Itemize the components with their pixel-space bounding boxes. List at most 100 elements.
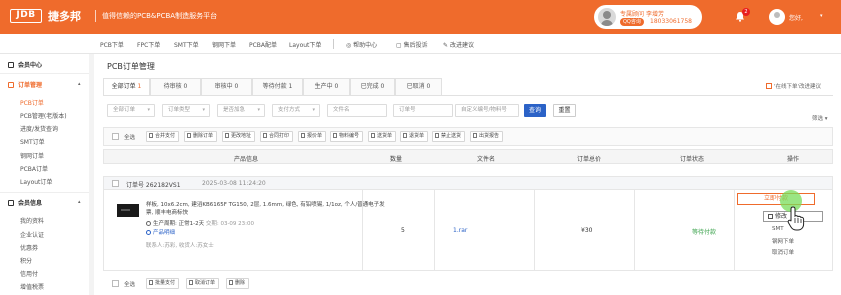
user-greeting[interactable]: 您好,	[789, 13, 803, 22]
select-all-checkbox[interactable]	[112, 133, 119, 140]
print-contract-button[interactable]: 合同打印	[260, 131, 294, 142]
column-file-name: 文件名	[477, 156, 496, 163]
chevron-up-icon[interactable]: ▴	[78, 81, 81, 87]
nav-suggestion[interactable]: ✎ 改进建议	[443, 40, 474, 49]
urgent-select[interactable]: 是否加急 ▾	[217, 104, 265, 117]
stencil-order-link[interactable]: 钢网下单	[772, 237, 794, 245]
nav-help-center[interactable]: ◎ 帮助中心	[346, 40, 377, 49]
custom-number-input[interactable]: 自定义编号/物料号	[455, 104, 519, 117]
payment-method-select[interactable]: 支付方式 ▾	[272, 104, 320, 117]
nav-pcb-order[interactable]: PCB下单	[100, 40, 124, 49]
bottom-select-all-label: 全选	[124, 282, 136, 288]
pay-now-button[interactable]: 立即付款	[737, 193, 815, 205]
order-type-select[interactable]: 订单类型 ▾	[162, 104, 210, 117]
chevron-down-icon: ▾	[312, 107, 315, 113]
sidebar-item-enterprise-auth[interactable]: 企业认证	[20, 230, 44, 239]
chevron-down-icon[interactable]: ▾	[820, 13, 823, 19]
batch-cancel-button[interactable]: 取消订单	[186, 278, 220, 289]
order-file-link[interactable]: 1.rar	[453, 227, 467, 234]
sidebar-item-coupons[interactable]: 优惠券	[20, 243, 38, 252]
merge-icon	[149, 133, 153, 138]
home-icon	[8, 62, 14, 68]
bottom-select-all-checkbox[interactable]	[112, 280, 119, 287]
change-address-button[interactable]: 更改地址	[222, 131, 256, 142]
page-title: PCB订单管理	[107, 62, 155, 71]
user-avatar[interactable]	[769, 9, 785, 25]
sidebar-item-points[interactable]: 积分	[20, 256, 32, 265]
pcb-thumbnail[interactable]	[117, 204, 139, 217]
cancel-order-link[interactable]: 取消订单	[772, 248, 794, 256]
sidebar-member-info[interactable]: 会员信息	[8, 198, 42, 207]
logo-mark[interactable]: JDB	[10, 9, 42, 23]
nav-fpc-order[interactable]: FPC下单	[137, 40, 160, 49]
shipping-report-button[interactable]: 出货报告	[470, 131, 504, 142]
quotation-button[interactable]: 报价单	[298, 131, 327, 142]
quote-icon	[301, 133, 305, 138]
batch-pay-button[interactable]: 批量支付	[146, 278, 180, 289]
tab-reviewing[interactable]: 审核中 0	[201, 78, 252, 95]
sidebar-item-layout-orders[interactable]: Layout订单	[20, 177, 52, 186]
sidebar-member-center[interactable]: 会员中心	[8, 60, 42, 69]
qq-consult-button[interactable]: QQ咨询	[620, 18, 644, 26]
sidebar-item-pcb-orders[interactable]: PCB订单	[20, 98, 44, 107]
tab-completed[interactable]: 已完成 0	[350, 78, 395, 95]
delivery-note-button[interactable]: 送货单	[368, 131, 397, 142]
sidebar-order-management[interactable]: 订单管理	[8, 80, 42, 89]
notification-count-badge: 2	[742, 8, 750, 16]
all-orders-select[interactable]: 全部订单 ▾	[107, 104, 155, 117]
tab-in-production[interactable]: 生产中 0	[303, 78, 350, 95]
nav-complaint[interactable]: ▢ 售后投诉	[396, 40, 428, 49]
nav-stencil-order[interactable]: 钢网下单	[212, 40, 236, 49]
tab-pending-review[interactable]: 待审核 0	[150, 78, 201, 95]
nav-layout-order[interactable]: Layout下单	[289, 40, 321, 49]
column-quantity: 数量	[390, 156, 403, 163]
column-divider	[534, 190, 535, 271]
edit-icon	[768, 214, 773, 219]
sidebar: 会员中心 订单管理 ▴ PCB订单 PCB管理(老版本) 进度/发货查询 SMT…	[0, 54, 89, 295]
query-button[interactable]: 查询	[524, 104, 546, 117]
block-delivery-button[interactable]: 禁止送货	[432, 131, 466, 142]
filter-toggle[interactable]: 筛选 ▾	[812, 114, 828, 122]
top-header: JDB 捷多邦 值得信赖的PCB&PCBA制造服务平台 专属顾问 李增芳 QQ咨…	[0, 0, 841, 34]
print-icon	[263, 133, 267, 138]
logo-divider	[95, 10, 96, 22]
tab-all-orders[interactable]: 全部订单 1	[103, 78, 150, 95]
nav-pcba-order[interactable]: PCBA配单	[249, 40, 277, 49]
sidebar-item-stencil-orders[interactable]: 钢网订单	[20, 151, 44, 160]
pay-icon	[149, 280, 153, 285]
tab-awaiting-payment[interactable]: 等待付款 1	[252, 78, 303, 95]
table-header: 产品信息 数量 文件名 订单总价 订单状态 操作	[103, 149, 833, 164]
hand-cursor-icon	[787, 206, 805, 231]
file-name-input[interactable]: 文件名	[327, 104, 387, 117]
address-icon	[225, 133, 229, 138]
smt-link[interactable]: SMT	[772, 226, 784, 232]
sidebar-divider	[0, 192, 89, 193]
tab-cancelled[interactable]: 已取消 0	[395, 78, 442, 95]
delete-order-button[interactable]: 删除订单	[184, 131, 218, 142]
merge-pay-button[interactable]: 合并支付	[146, 131, 180, 142]
product-detail-link[interactable]: 产品明细	[146, 228, 175, 236]
material-number-button[interactable]: 物料编号	[330, 131, 364, 142]
sidebar-item-pcb-legacy[interactable]: PCB管理(老版本)	[20, 111, 67, 120]
select-all-label: 全选	[124, 135, 136, 141]
order-checkbox[interactable]	[112, 180, 119, 187]
order-row-header: 订单号 262182VS1 2025-03-08 11:24:20	[103, 176, 833, 190]
reset-button[interactable]: 重置	[553, 104, 576, 117]
nav-smt-order[interactable]: SMT下单	[174, 40, 199, 49]
batch-delete-button[interactable]: 删除	[226, 278, 250, 289]
sidebar-item-vat-invoice[interactable]: 增值税票	[20, 282, 44, 291]
return-note-button[interactable]: 退货单	[400, 131, 429, 142]
sidebar-item-credit-pay[interactable]: 信用付	[20, 269, 38, 278]
sidebar-item-pcba-orders[interactable]: PCBA订单	[20, 164, 48, 173]
bottom-batch-bar: 全选 批量支付 取消订单 删除	[103, 277, 833, 293]
chevron-up-icon[interactable]: ▴	[78, 199, 81, 205]
sidebar-item-progress[interactable]: 进度/发货查询	[20, 124, 58, 133]
main-panel: PCB订单管理 '在线下单'改进建议 全部订单 1 待审核 0 审核中 0 等待…	[94, 54, 841, 295]
sidebar-item-my-profile[interactable]: 我的资料	[20, 216, 44, 225]
logo-text[interactable]: 捷多邦	[48, 8, 81, 24]
order-number-input[interactable]: 订单号	[393, 104, 453, 117]
column-divider	[734, 190, 735, 271]
improvement-suggestion-link[interactable]: '在线下单'改进建议	[766, 82, 821, 90]
sidebar-item-smt-orders[interactable]: SMT订单	[20, 137, 45, 146]
chevron-down-icon: ▾	[202, 107, 205, 113]
